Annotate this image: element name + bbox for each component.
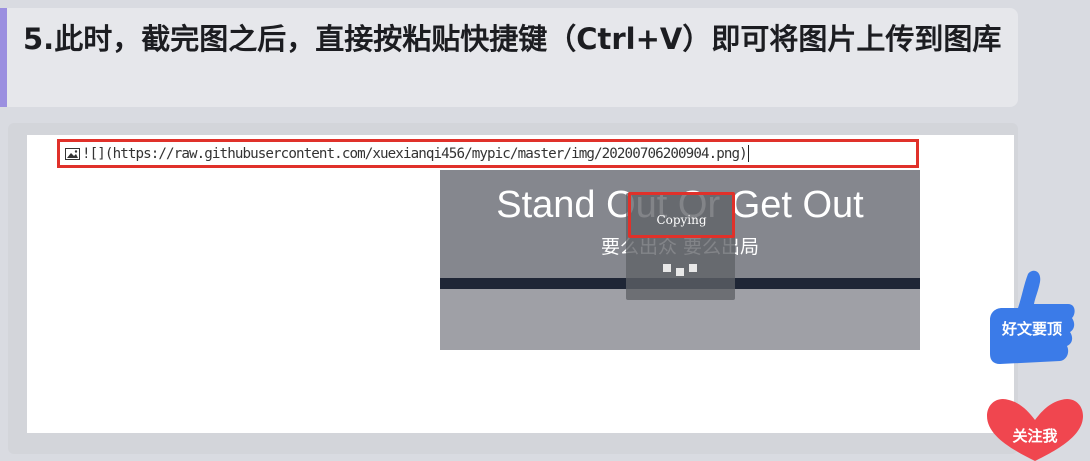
step-heading-text: 5.此时，截完图之后，直接按粘贴快捷键（Ctrl+V）即可将图片上传到图库 [23, 22, 1002, 56]
copying-label: Copying [656, 213, 707, 227]
markdown-image-link: ![](https://raw.githubusercontent.com/xu… [82, 145, 748, 162]
pasted-markdown-line[interactable]: ![](https://raw.githubusercontent.com/xu… [57, 139, 919, 168]
step-heading: 5.此时，截完图之后，直接按粘贴快捷键（Ctrl+V）即可将图片上传到图库 [0, 8, 1018, 107]
like-button-label[interactable]: 好文要顶 [988, 318, 1076, 339]
text-caret [747, 145, 749, 162]
follow-button-label[interactable]: 关注我 [985, 425, 1085, 446]
image-placeholder-icon [65, 147, 80, 160]
